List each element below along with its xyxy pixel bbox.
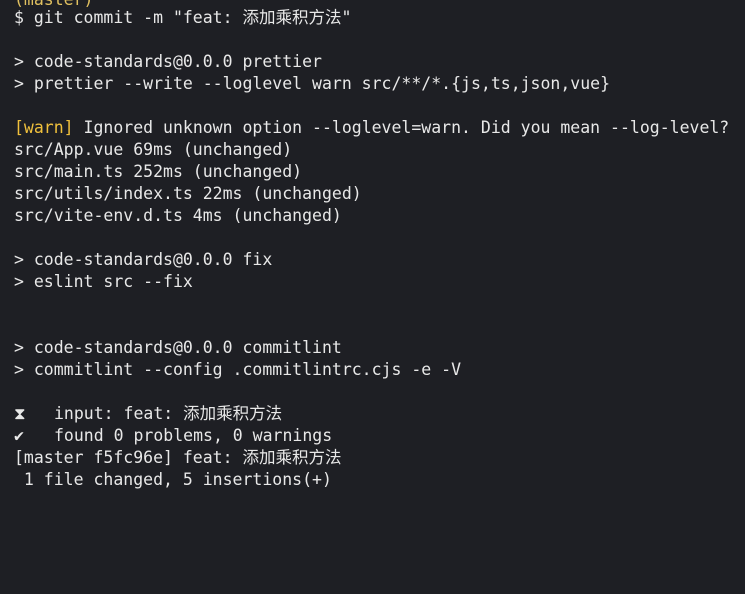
prettier-result-utils-index: src/utils/index.ts 22ms (unchanged) (14, 184, 362, 203)
commitlint-result-text: found 0 problems, 0 warnings (54, 426, 333, 445)
npm-script-commitlint-header: > code-standards@0.0.0 commitlint (14, 338, 342, 357)
git-commit-command: $ git commit -m "feat: 添加乘积方法" (14, 8, 352, 27)
prettier-result-main-ts: src/main.ts 252ms (unchanged) (14, 162, 303, 181)
prettier-warning-line: [warn] Ignored unknown option --loglevel… (14, 117, 729, 139)
terminal-window[interactable]: (master) $ git commit -m "feat: 添加乘积方法" … (0, 0, 745, 501)
commitlint-command-line: > commitlint --config .commitlintrc.cjs … (14, 360, 462, 379)
git-commit-summary-line: 1 file changed, 5 insertions(+) (14, 470, 332, 489)
hourglass-icon: ⧗ (14, 404, 26, 423)
check-icon: ✔ (14, 426, 24, 445)
commitlint-input-text: input: feat: 添加乘积方法 (54, 404, 283, 423)
commitlint-result-line: ✔ found 0 problems, 0 warnings (14, 425, 332, 447)
prettier-result-vite-env: src/vite-env.d.ts 4ms (unchanged) (14, 206, 342, 225)
npm-script-prettier-header: > code-standards@0.0.0 prettier (14, 52, 322, 71)
prettier-result-app-vue: src/App.vue 69ms (unchanged) (14, 140, 293, 159)
eslint-command-line: > eslint src --fix (14, 272, 193, 291)
warn-tag: [warn] (14, 118, 74, 137)
prettier-command-line: > prettier --write --loglevel warn src/*… (14, 74, 611, 93)
commitlint-input-line: ⧗ input: feat: 添加乘积方法 (14, 403, 282, 425)
warning-message: Ignored unknown option --loglevel=warn. … (73, 118, 730, 137)
npm-script-fix-header: > code-standards@0.0.0 fix (14, 250, 273, 269)
git-commit-result-line: [master f5fc96e] feat: 添加乘积方法 (14, 448, 342, 467)
